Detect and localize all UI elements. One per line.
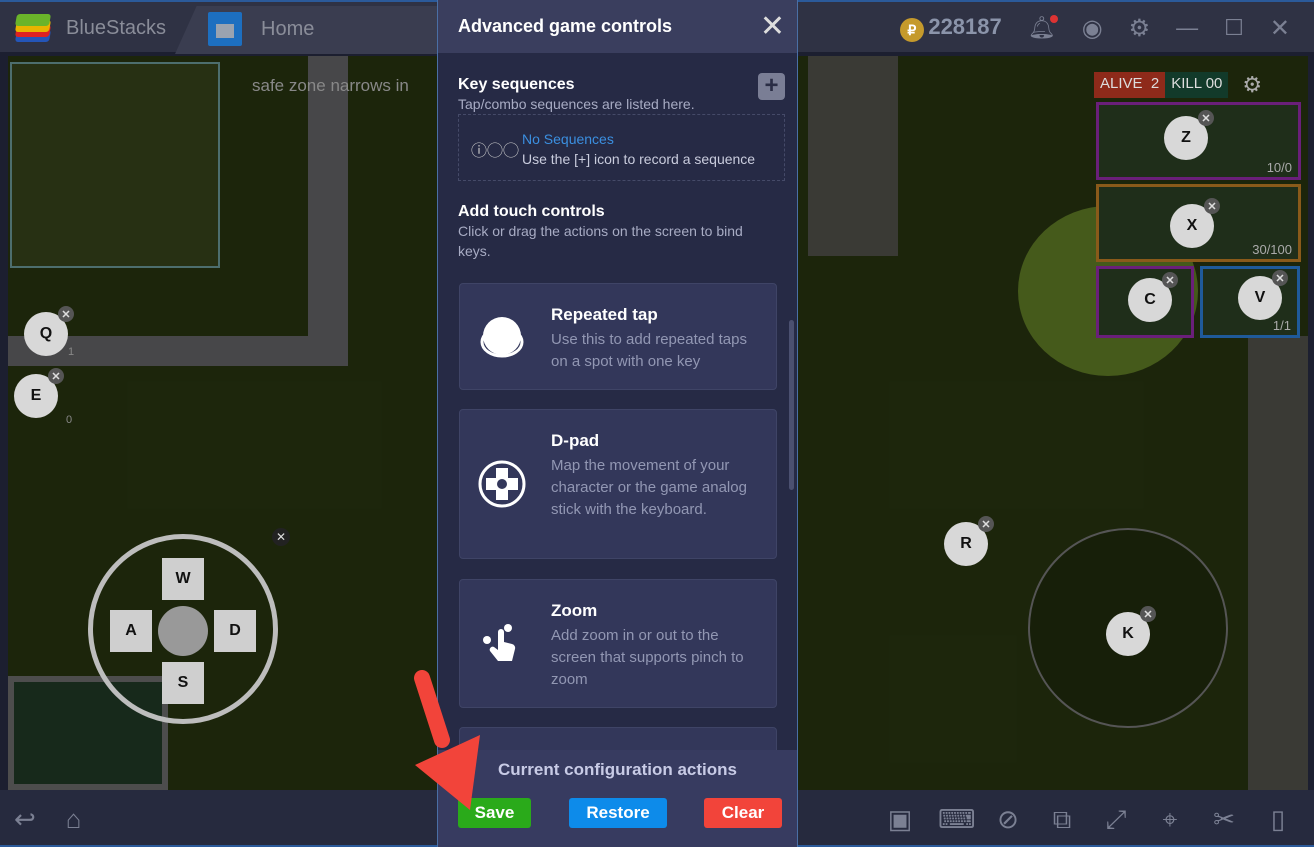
dpad-left-key[interactable]: A [110,610,152,652]
gear-icon[interactable]: ⚙ [1129,14,1151,43]
dpad-center [158,606,208,656]
panel-title: Advanced game controls [458,16,673,36]
remove-icon: ✕ [1272,270,1288,286]
remove-icon: ✕ [1204,198,1220,214]
game-settings-icon[interactable]: ⚙ [1242,72,1262,98]
add-sequence-button[interactable]: + [758,73,785,100]
touch-controls-subtitle: Click or drag the actions on the screen … [458,223,743,259]
shake-icon[interactable]: ▯ [1262,804,1294,836]
home-icon [208,12,242,46]
safe-zone-notice: safe zone narrows in [252,76,409,95]
account-icon[interactable]: ◉ [1082,14,1103,43]
repeated-tap-card[interactable]: Repeated tap Use this to add repeated ta… [459,283,777,390]
key-q[interactable]: Q ✕ [24,306,74,356]
bell-icon[interactable]: 🔔︎ [1028,15,1058,41]
panel-scrollbar[interactable] [789,320,794,490]
app-name: BlueStacks [66,16,167,39]
remove-icon: ✕ [48,368,64,384]
tab-home-label[interactable]: Home [261,18,314,41]
remove-dpad-icon[interactable]: ✕ [272,528,290,546]
dpad-up-key[interactable]: W [162,558,204,600]
no-sequences-icon: ⓘ◯◯ [471,143,520,160]
remove-icon: ✕ [1162,272,1178,288]
key-x[interactable]: X ✕ [1170,198,1220,248]
keyboard-icon[interactable]: ⌨ [938,804,976,836]
game-controls-icon[interactable]: ▣ [884,804,916,836]
key-k[interactable]: K ✕ [1106,606,1156,656]
sequence-list: ⓘ◯◯ No Sequences Use the [+] icon to rec… [458,114,785,181]
minimize-icon[interactable]: — [1176,15,1198,41]
clear-button[interactable]: Clear [704,798,782,828]
key-e[interactable]: E ✕ [14,368,64,418]
fullscreen-icon[interactable]: ⤢ [1100,804,1132,836]
coin-balance: 228187 [928,14,1002,40]
key-sequences-subtitle: Tap/combo sequences are listed here. [458,96,695,112]
remove-icon: ✕ [1198,110,1214,126]
restore-button[interactable]: Restore [569,798,667,828]
disable-icon[interactable]: ⊘ [992,804,1024,836]
rotate-icon[interactable]: ⧉ [1046,804,1078,836]
key-z[interactable]: Z ✕ [1164,110,1214,160]
remove-icon: ✕ [58,306,74,322]
touch-controls-title: Add touch controls [458,203,605,220]
key-c[interactable]: C ✕ [1128,272,1178,322]
dpad-down-key[interactable]: S [162,662,204,704]
coin-icon: ₽ [899,17,924,42]
score-hud: ALIVE 2 KILL 00 ⚙ [1094,72,1262,98]
dpad-card[interactable]: D-pad Map the movement of your character… [459,409,777,559]
scissors-icon[interactable]: ✂ [1208,804,1240,836]
no-sequences-hint: Use the [+] icon to record a sequence [522,151,756,167]
location-icon[interactable]: ⌖ [1154,804,1186,836]
home-nav-icon[interactable]: ⌂ [66,804,82,835]
brand: BlueStacks [14,12,166,44]
maximize-icon[interactable]: ☐ [1224,15,1244,41]
zoom-card[interactable]: Zoom Add zoom in or out to the screen th… [459,579,777,708]
key-r[interactable]: R ✕ [944,516,994,566]
key-sequences-title: Key sequences [458,76,575,93]
back-icon[interactable]: ↩ [14,804,36,835]
no-sequences-title: No Sequences [522,131,614,147]
dpad-right-key[interactable]: D [214,610,256,652]
close-window-icon[interactable]: ✕ [1270,14,1290,43]
dpad-icon [478,460,526,508]
key-v[interactable]: V ✕ [1238,270,1288,320]
repeated-tap-icon [480,317,524,358]
close-icon[interactable]: ✕ [760,9,785,44]
bluestacks-logo-icon [14,12,52,44]
pinch-zoom-icon [483,624,516,661]
remove-icon: ✕ [978,516,994,532]
remove-icon: ✕ [1140,606,1156,622]
annotation-arrow-icon [414,670,480,810]
